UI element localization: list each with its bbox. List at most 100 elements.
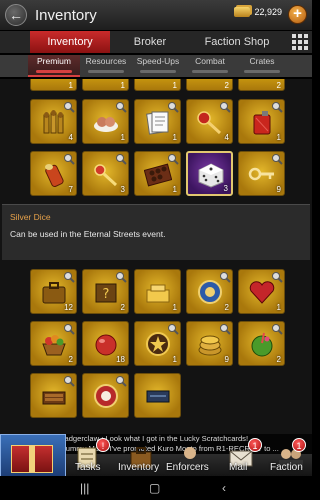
magnifier-icon <box>220 102 231 113</box>
item-slot[interactable]: 2 <box>238 79 285 91</box>
back-arrow-icon: ← <box>9 7 23 23</box>
subtab-combat[interactable]: Combat <box>184 55 236 77</box>
subtab-label: Resources <box>85 56 127 66</box>
item-slot-chocolates[interactable]: 1 <box>134 151 181 196</box>
nav-label: Enforcers <box>166 462 209 473</box>
item-slot-golden-key[interactable]: 3 <box>82 151 129 196</box>
magnifier-icon <box>220 272 231 283</box>
item-count: 3 <box>223 184 228 193</box>
item-slot[interactable]: 1 <box>134 79 181 91</box>
item-slot-star-badge[interactable]: 1 <box>134 321 181 366</box>
item-slot-cigar-box[interactable] <box>30 373 77 418</box>
magnifier-icon <box>220 324 231 335</box>
item-slot-briefcase[interactable]: 12 <box>30 269 77 314</box>
dice-icon <box>198 163 224 188</box>
main-tabs: Inventory Broker Faction Shop <box>0 31 312 53</box>
inventory-grid: 1 1 1 2 2 4 1 1 4 1 7 3 1 3 9 Silver Dic… <box>0 79 312 434</box>
item-slot-gold-key[interactable]: 9 <box>238 151 285 196</box>
item-count: 1 <box>172 355 177 364</box>
item-count: 1 <box>276 133 281 142</box>
magnifier-icon <box>64 102 75 113</box>
item-count: 2 <box>224 81 229 90</box>
back-button[interactable]: ← <box>5 4 27 26</box>
item-slot-fruit-basket[interactable]: 2 <box>30 321 77 366</box>
gold-balance: 22,929 <box>234 7 282 17</box>
subtab-label: Speed-Ups <box>136 56 180 66</box>
item-count: 9 <box>276 185 281 194</box>
item-count: 1 <box>172 81 177 90</box>
item-slot-gold-coins[interactable]: 9 <box>186 321 233 366</box>
subtab-crates[interactable]: Crates <box>236 55 288 77</box>
item-slot-cocktail[interactable]: 7 <box>30 151 77 196</box>
tab-broker[interactable]: Broker <box>110 31 190 53</box>
item-slot-coconut-drink[interactable]: 2 <box>238 321 285 366</box>
subtab-premium[interactable]: Premium <box>28 55 80 77</box>
item-count: 12 <box>64 303 73 312</box>
magnifier-icon <box>272 324 283 335</box>
item-count: 4 <box>68 133 73 142</box>
magnifier-icon <box>116 376 127 387</box>
top-bar: ← Inventory 22,929 + <box>0 0 312 30</box>
item-count: 9 <box>224 355 229 364</box>
item-slot-documents[interactable]: 1 <box>134 99 181 144</box>
item-count: 4 <box>224 133 229 142</box>
item-count: 1 <box>68 81 73 90</box>
item-slot[interactable]: 1 <box>82 79 129 91</box>
item-slot-silver-dice-selected[interactable]: 3 <box>186 151 233 196</box>
item-slot-poker-chip[interactable]: 2 <box>186 269 233 314</box>
item-name: Silver Dice <box>10 212 51 222</box>
item-slot-gold-bars[interactable]: 1 <box>134 269 181 314</box>
item-count: 3 <box>120 185 125 194</box>
magnifier-icon <box>168 154 179 165</box>
subtab-label: Premium <box>36 56 71 66</box>
subtab-label: Combat <box>195 56 225 66</box>
item-slot-bullets[interactable]: 4 <box>30 99 77 144</box>
item-slot-ticket[interactable] <box>134 373 181 418</box>
item-count: 7 <box>68 185 73 194</box>
item-count: 2 <box>224 303 229 312</box>
item-slot-pastry[interactable]: 1 <box>82 99 129 144</box>
subtab-resources[interactable]: Resources <box>80 55 132 77</box>
nav-label: Tasks <box>75 462 101 473</box>
item-slot[interactable]: 2 <box>186 79 233 91</box>
system-navigation-bar: ||| ▢ ‹ <box>0 476 312 500</box>
grid-menu-icon[interactable] <box>292 34 308 50</box>
back-icon[interactable]: ‹ <box>222 481 226 495</box>
magnifier-icon <box>272 272 283 283</box>
item-slot-fuel-can[interactable]: 1 <box>238 99 285 144</box>
item-count: 1 <box>276 303 281 312</box>
home-icon[interactable]: ▢ <box>149 481 160 495</box>
item-count: 2 <box>120 303 125 312</box>
item-count: 2 <box>68 355 73 364</box>
magnifier-icon <box>64 272 75 283</box>
item-slot-mystery-crate[interactable]: ? 2 <box>82 269 129 314</box>
tab-faction-shop[interactable]: Faction Shop <box>190 31 284 53</box>
recent-apps-icon[interactable]: ||| <box>80 481 89 495</box>
magnifier-icon <box>64 324 75 335</box>
magnifier-icon <box>64 376 75 387</box>
magnifier-icon <box>64 154 75 165</box>
item-description-panel: Silver Dice Can be used in the Eternal S… <box>2 204 310 260</box>
item-count: 1 <box>120 133 125 142</box>
item-slot-bauble[interactable]: 18 <box>82 321 129 366</box>
page-title: Inventory <box>35 6 97 24</box>
item-slot-heart-box[interactable]: 1 <box>238 269 285 314</box>
gold-bars-icon <box>146 284 170 303</box>
item-slot-roulette-chip[interactable] <box>82 373 129 418</box>
item-count: 2 <box>276 355 281 364</box>
magnifier-icon <box>272 154 283 165</box>
gift-shop-button[interactable] <box>0 434 66 478</box>
subtab-speed-ups[interactable]: Speed-Ups <box>132 55 184 77</box>
item-slot[interactable]: 1 <box>30 79 77 91</box>
item-slot-red-key[interactable]: 4 <box>186 99 233 144</box>
add-gold-button[interactable]: + <box>288 5 307 24</box>
item-count: 1 <box>172 133 177 142</box>
item-count: 18 <box>116 355 125 364</box>
item-count: 1 <box>120 81 125 90</box>
item-count: 2 <box>276 81 281 90</box>
nav-label: Faction <box>270 462 303 473</box>
magnifier-icon <box>168 324 179 335</box>
tab-inventory[interactable]: Inventory <box>30 31 110 53</box>
ticket-icon <box>146 390 170 403</box>
magnifier-icon <box>272 102 283 113</box>
